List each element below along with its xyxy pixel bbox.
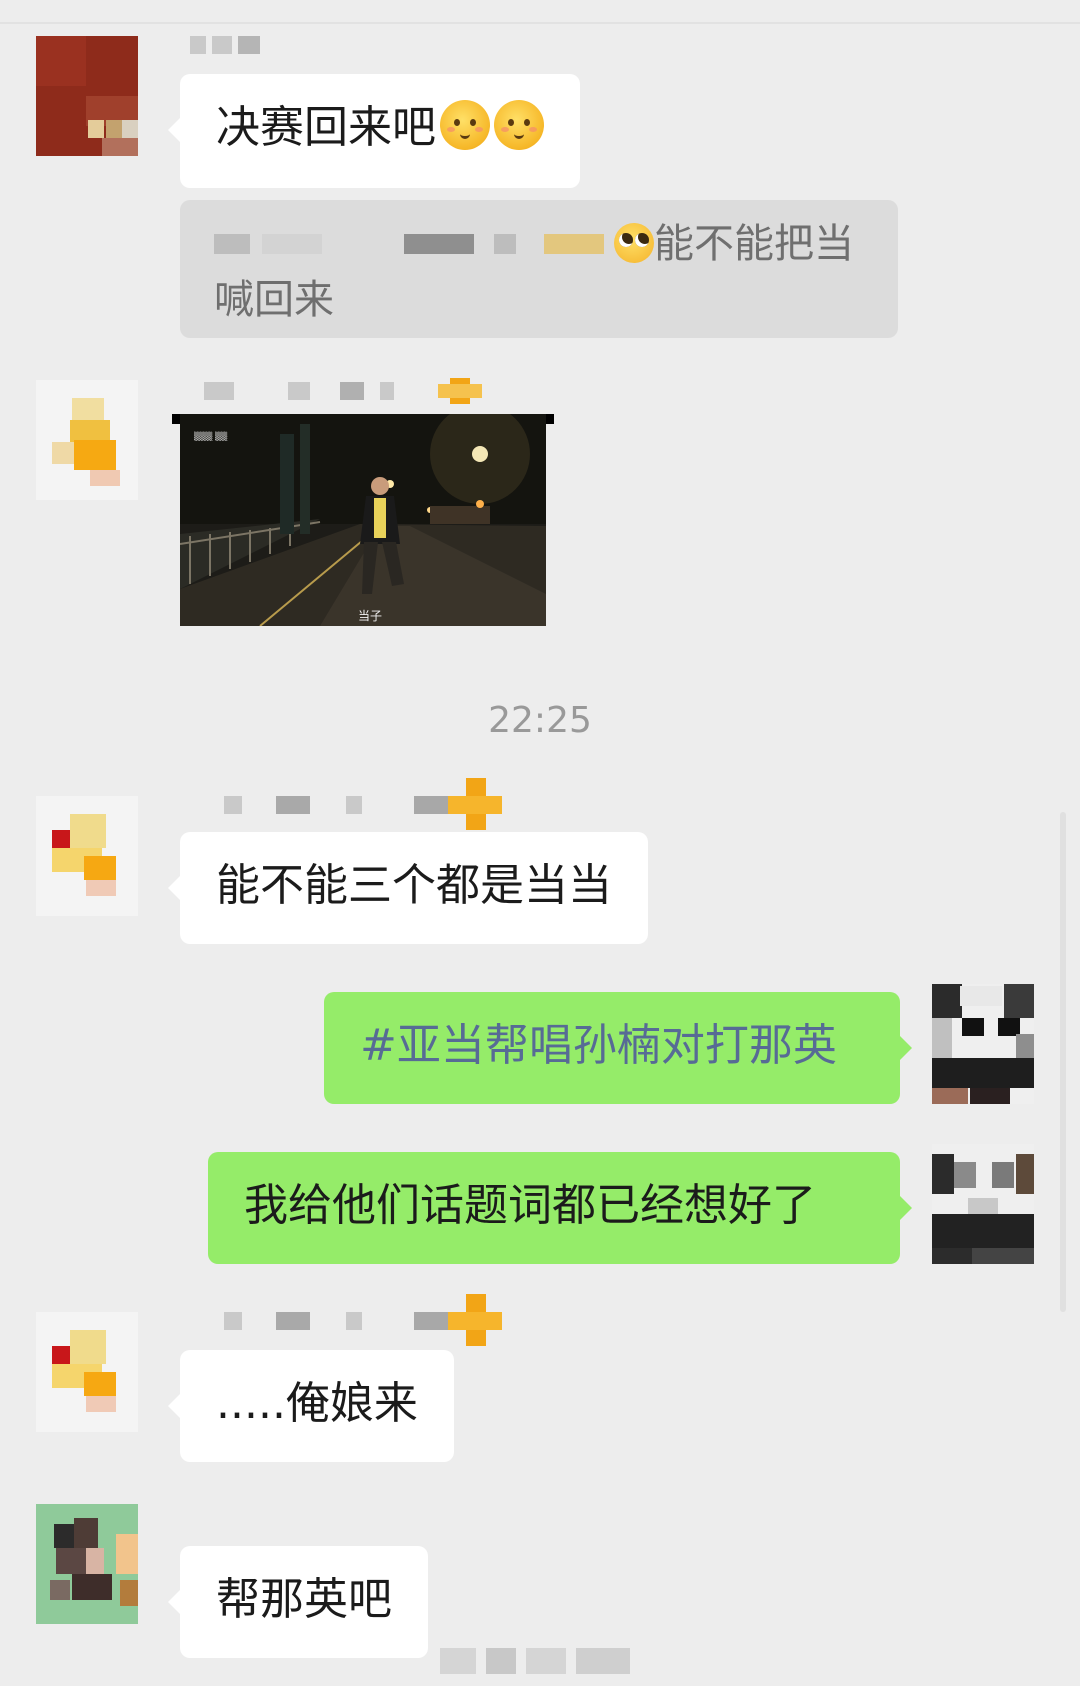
sender-name (190, 36, 260, 54)
relieved-face-icon (440, 100, 490, 150)
message-text: 决赛回来吧 (216, 102, 436, 153)
relieved-face-icon (494, 100, 544, 150)
top-divider (0, 22, 1080, 24)
video-thumbnail[interactable]: ▒▒▒ ▒▒ 当子 (180, 414, 546, 626)
message-bubble-self[interactable]: #亚当帮唱孙楠对打那英 (324, 992, 912, 1104)
message-bubble[interactable]: .....俺娘来 (168, 1350, 454, 1462)
sender-name (190, 378, 490, 404)
chat-timestamp: 22:25 (488, 700, 592, 741)
message-bubble[interactable]: 帮那英吧 (168, 1546, 428, 1658)
topic-hashtag-link[interactable]: #亚当帮唱孙楠对打那英 (360, 1020, 837, 1071)
avatar[interactable] (36, 1312, 138, 1432)
self-avatar[interactable] (932, 984, 1034, 1104)
message-bubble-self[interactable]: 我给他们话题词都已经想好了 (208, 1152, 912, 1264)
message-text: 能不能三个都是当当 (216, 860, 612, 911)
avatar[interactable] (36, 380, 138, 500)
quote-sender-blur (214, 234, 614, 258)
video-caption: 当子 (358, 609, 383, 623)
avatar[interactable] (36, 36, 138, 156)
watermark-blur (440, 1648, 630, 1674)
sender-name (190, 1294, 510, 1346)
quote-text-line2: 喊回来 (214, 277, 334, 323)
message-bubble[interactable]: 决赛回来吧 (168, 74, 580, 188)
scrollbar[interactable] (1060, 812, 1066, 1312)
message-text: .....俺娘来 (216, 1378, 418, 1429)
avatar[interactable] (36, 1504, 138, 1624)
avatar[interactable] (36, 796, 138, 916)
message-text: 我给他们话题词都已经想好了 (244, 1180, 816, 1231)
pleading-face-icon (614, 223, 654, 263)
sender-name (190, 778, 510, 830)
quote-text: 能不能把当 (654, 221, 854, 267)
message-bubble[interactable]: 能不能三个都是当当 (168, 832, 648, 944)
quoted-message[interactable]: 能不能把当 喊回来 (180, 200, 898, 338)
video-watermark: ▒▒▒ ▒▒ (194, 432, 228, 441)
self-avatar[interactable] (932, 1144, 1034, 1264)
message-text: 帮那英吧 (216, 1574, 392, 1625)
